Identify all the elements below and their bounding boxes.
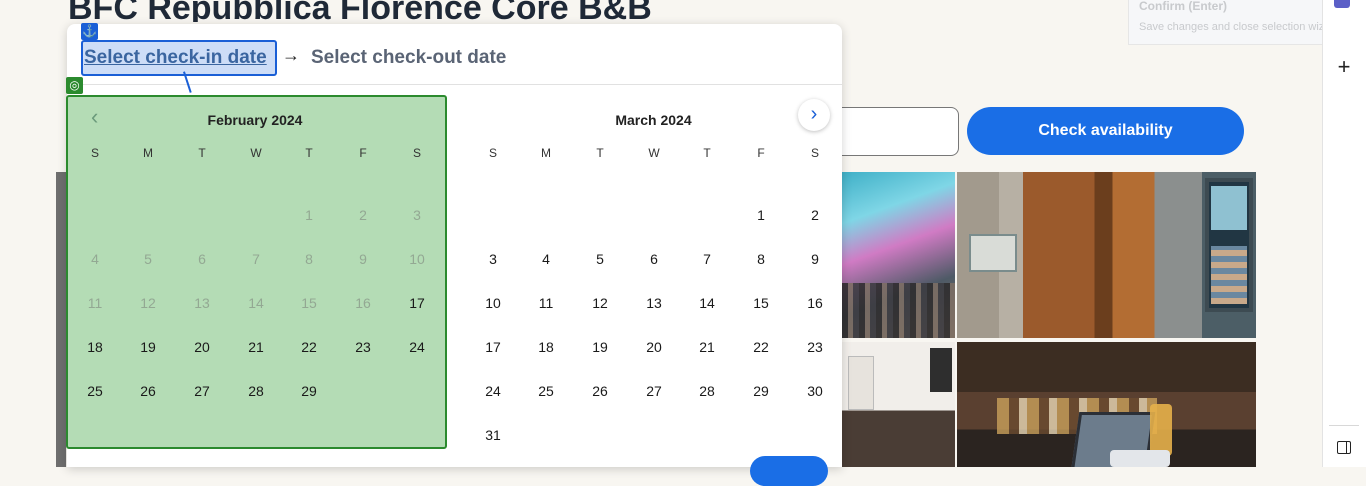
weekday-label: S bbox=[90, 146, 99, 160]
calendar-day[interactable]: 13 bbox=[634, 295, 674, 311]
calendar-day[interactable]: 14 bbox=[687, 295, 727, 311]
calendar-day: 11 bbox=[87, 295, 103, 311]
check-availability-button[interactable]: Check availability bbox=[967, 107, 1244, 155]
calendar-day[interactable]: 12 bbox=[580, 295, 620, 311]
calendar-day[interactable]: 17 bbox=[473, 339, 513, 355]
anchor-icon: ⚓ bbox=[81, 23, 98, 40]
calendar-day[interactable]: 15 bbox=[741, 295, 781, 311]
calendar-day[interactable]: 26 bbox=[580, 383, 620, 399]
month-title: March 2024 bbox=[615, 112, 692, 128]
calendar-day[interactable]: 8 bbox=[741, 251, 781, 267]
calendar-day[interactable]: 23 bbox=[343, 339, 383, 355]
calendar-day[interactable]: 24 bbox=[397, 339, 437, 355]
weekday-label: M bbox=[143, 146, 153, 160]
weekday-label: T bbox=[703, 146, 711, 160]
weekday-label: T bbox=[198, 146, 206, 160]
calendar-day: 5 bbox=[144, 251, 152, 267]
calendar-day: 9 bbox=[359, 251, 367, 267]
add-icon[interactable]: + bbox=[1334, 56, 1354, 78]
weekday-label: S bbox=[412, 146, 421, 160]
calendar-day[interactable]: 26 bbox=[128, 383, 168, 399]
calendar-day[interactable]: 27 bbox=[182, 383, 222, 399]
sidebar-toggle-icon[interactable] bbox=[1337, 441, 1351, 454]
weekday-label: W bbox=[250, 146, 262, 160]
calendar-day[interactable]: 21 bbox=[687, 339, 727, 355]
calendar-day: 3 bbox=[413, 207, 421, 223]
weekday-label: F bbox=[757, 146, 765, 160]
calendar-day: 16 bbox=[355, 295, 371, 311]
weekday-label: W bbox=[648, 146, 660, 160]
calendar-day: 4 bbox=[91, 251, 99, 267]
calendar-day[interactable]: 7 bbox=[687, 251, 727, 267]
calendar-day[interactable]: 4 bbox=[526, 251, 566, 267]
calendar-day[interactable]: 29 bbox=[741, 383, 781, 399]
calendar-day[interactable]: 1 bbox=[741, 207, 781, 223]
tab-checkout-date[interactable]: Select check-out date bbox=[311, 47, 506, 69]
calendar-day: 12 bbox=[140, 295, 156, 311]
calendar-day[interactable]: 25 bbox=[526, 383, 566, 399]
calendar-day[interactable]: 27 bbox=[634, 383, 674, 399]
calendar-day[interactable]: 9 bbox=[795, 251, 835, 267]
gallery-photo-detail bbox=[1110, 450, 1170, 467]
arrow-right-icon: → bbox=[282, 45, 300, 65]
weekday-label: M bbox=[541, 146, 551, 160]
next-button[interactable] bbox=[750, 456, 828, 486]
left-edge-bar bbox=[56, 172, 66, 467]
gallery-photo-1[interactable] bbox=[842, 172, 955, 338]
guests-input[interactable] bbox=[828, 107, 959, 156]
calendar-day[interactable]: 3 bbox=[473, 251, 513, 267]
calendar-day[interactable]: 22 bbox=[289, 339, 329, 355]
calendar-day[interactable]: 11 bbox=[526, 295, 566, 311]
calendar-day[interactable]: 30 bbox=[795, 383, 835, 399]
calendar-day[interactable]: 16 bbox=[795, 295, 835, 311]
calendar-day: 15 bbox=[301, 295, 317, 311]
weekday-label: T bbox=[305, 146, 313, 160]
calendar-day[interactable]: 17 bbox=[397, 295, 437, 311]
teams-icon[interactable] bbox=[1334, 0, 1350, 8]
gallery-photo-2[interactable] bbox=[957, 172, 1256, 338]
calendar-day[interactable]: 31 bbox=[473, 427, 513, 443]
calendar-day[interactable]: 22 bbox=[741, 339, 781, 355]
calendar-day: 8 bbox=[305, 251, 313, 267]
calendar-day: 2 bbox=[359, 207, 367, 223]
calendar-day[interactable]: 19 bbox=[128, 339, 168, 355]
calendar-day[interactable]: 6 bbox=[634, 251, 674, 267]
gallery-photo-3[interactable] bbox=[842, 342, 955, 467]
calendar-day: 14 bbox=[248, 295, 264, 311]
calendar-day[interactable]: 20 bbox=[182, 339, 222, 355]
calendar-day[interactable]: 18 bbox=[526, 339, 566, 355]
month-title: February 2024 bbox=[207, 112, 303, 128]
calendar-day[interactable]: 23 bbox=[795, 339, 835, 355]
weekday-label: T bbox=[596, 146, 604, 160]
weekday-label: S bbox=[810, 146, 819, 160]
calendar-day[interactable]: 29 bbox=[289, 383, 329, 399]
gallery-photo-4[interactable] bbox=[957, 342, 1256, 467]
calendar-day[interactable]: 10 bbox=[473, 295, 513, 311]
calendar-day[interactable]: 24 bbox=[473, 383, 513, 399]
calendar-day[interactable]: 18 bbox=[75, 339, 115, 355]
gallery-photo-detail bbox=[1150, 404, 1172, 456]
calendar-day[interactable]: 20 bbox=[634, 339, 674, 355]
tab-checkin-date[interactable]: Select check-in date bbox=[84, 47, 267, 69]
calendar-day[interactable]: 25 bbox=[75, 383, 115, 399]
calendar-day: 13 bbox=[194, 295, 210, 311]
target-icon: ◎ bbox=[66, 77, 83, 94]
rail-divider bbox=[1329, 425, 1359, 426]
property-title: BFC Repubblica Florence Core B&B bbox=[68, 0, 652, 22]
calendar-day[interactable]: 28 bbox=[236, 383, 276, 399]
calendar-day[interactable]: 19 bbox=[580, 339, 620, 355]
confirm-subtitle: Save changes and close selection wizard. bbox=[1139, 21, 1344, 33]
calendar-day: 7 bbox=[252, 251, 260, 267]
date-picker-popup: ⚓ Select check-in date → Select check-ou… bbox=[66, 23, 842, 486]
calendar-day[interactable]: 21 bbox=[236, 339, 276, 355]
weekday-label: S bbox=[488, 146, 497, 160]
calendar-day: 1 bbox=[305, 207, 313, 223]
calendar-day: 6 bbox=[198, 251, 206, 267]
calendar-day[interactable]: 28 bbox=[687, 383, 727, 399]
confirm-title: Confirm (Enter) bbox=[1139, 0, 1227, 13]
calendar-day: 10 bbox=[409, 251, 425, 267]
weekday-label: F bbox=[359, 146, 367, 160]
calendar-day[interactable]: 2 bbox=[795, 207, 835, 223]
calendar-day[interactable]: 5 bbox=[580, 251, 620, 267]
